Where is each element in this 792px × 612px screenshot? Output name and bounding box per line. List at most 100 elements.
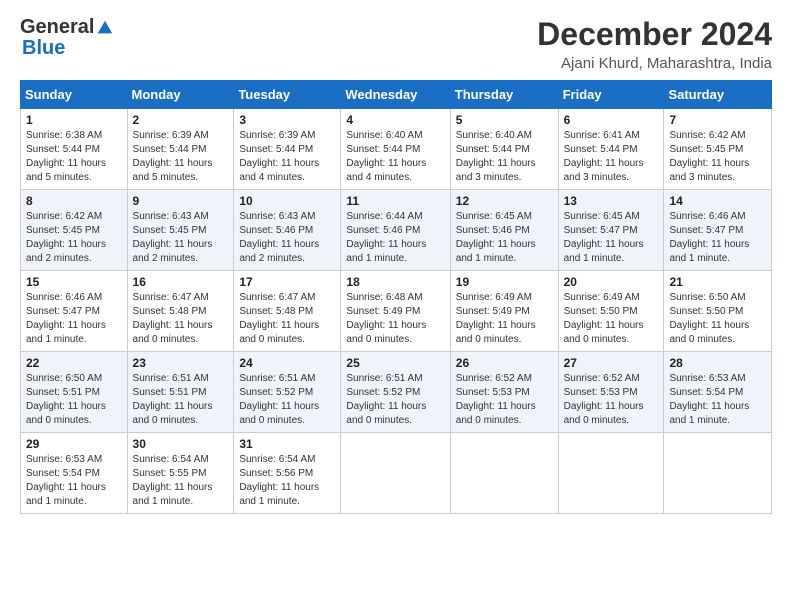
day-number: 24 [239,356,335,370]
day-number: 4 [346,113,444,127]
table-row: 7 Sunrise: 6:42 AM Sunset: 5:45 PM Dayli… [664,109,772,190]
table-row: 20 Sunrise: 6:49 AM Sunset: 5:50 PM Dayl… [558,271,664,352]
day-info: Sunrise: 6:54 AM Sunset: 5:55 PM Dayligh… [133,453,229,509]
col-saturday: Saturday [664,81,772,109]
day-info: Sunrise: 6:53 AM Sunset: 5:54 PM Dayligh… [26,453,122,509]
day-number: 15 [26,275,122,289]
calendar-header-row: Sunday Monday Tuesday Wednesday Thursday… [21,81,772,109]
col-wednesday: Wednesday [341,81,450,109]
col-thursday: Thursday [450,81,558,109]
day-number: 25 [346,356,444,370]
day-info: Sunrise: 6:40 AM Sunset: 5:44 PM Dayligh… [346,129,444,185]
month-title: December 2024 [537,16,772,53]
day-info: Sunrise: 6:49 AM Sunset: 5:50 PM Dayligh… [564,291,659,347]
table-row: 31 Sunrise: 6:54 AM Sunset: 5:56 PM Dayl… [234,433,341,514]
day-number: 30 [133,437,229,451]
table-row: 5 Sunrise: 6:40 AM Sunset: 5:44 PM Dayli… [450,109,558,190]
calendar-week-row: 29 Sunrise: 6:53 AM Sunset: 5:54 PM Dayl… [21,433,772,514]
day-info: Sunrise: 6:43 AM Sunset: 5:46 PM Dayligh… [239,210,335,266]
table-row: 27 Sunrise: 6:52 AM Sunset: 5:53 PM Dayl… [558,352,664,433]
day-info: Sunrise: 6:51 AM Sunset: 5:52 PM Dayligh… [239,372,335,428]
day-info: Sunrise: 6:42 AM Sunset: 5:45 PM Dayligh… [669,129,766,185]
day-number: 22 [26,356,122,370]
col-tuesday: Tuesday [234,81,341,109]
day-number: 31 [239,437,335,451]
day-info: Sunrise: 6:42 AM Sunset: 5:45 PM Dayligh… [26,210,122,266]
calendar-table: Sunday Monday Tuesday Wednesday Thursday… [20,80,772,514]
day-number: 14 [669,194,766,208]
table-row: 8 Sunrise: 6:42 AM Sunset: 5:45 PM Dayli… [21,190,128,271]
calendar-week-row: 8 Sunrise: 6:42 AM Sunset: 5:45 PM Dayli… [21,190,772,271]
day-info: Sunrise: 6:38 AM Sunset: 5:44 PM Dayligh… [26,129,122,185]
day-info: Sunrise: 6:52 AM Sunset: 5:53 PM Dayligh… [456,372,553,428]
calendar-week-row: 22 Sunrise: 6:50 AM Sunset: 5:51 PM Dayl… [21,352,772,433]
day-info: Sunrise: 6:39 AM Sunset: 5:44 PM Dayligh… [133,129,229,185]
table-row [341,433,450,514]
day-number: 19 [456,275,553,289]
table-row: 3 Sunrise: 6:39 AM Sunset: 5:44 PM Dayli… [234,109,341,190]
day-number: 1 [26,113,122,127]
table-row: 24 Sunrise: 6:51 AM Sunset: 5:52 PM Dayl… [234,352,341,433]
table-row: 13 Sunrise: 6:45 AM Sunset: 5:47 PM Dayl… [558,190,664,271]
table-row: 29 Sunrise: 6:53 AM Sunset: 5:54 PM Dayl… [21,433,128,514]
day-info: Sunrise: 6:50 AM Sunset: 5:51 PM Dayligh… [26,372,122,428]
logo-icon [96,19,114,37]
day-info: Sunrise: 6:52 AM Sunset: 5:53 PM Dayligh… [564,372,659,428]
day-number: 27 [564,356,659,370]
table-row: 17 Sunrise: 6:47 AM Sunset: 5:48 PM Dayl… [234,271,341,352]
table-row: 10 Sunrise: 6:43 AM Sunset: 5:46 PM Dayl… [234,190,341,271]
col-sunday: Sunday [21,81,128,109]
day-number: 28 [669,356,766,370]
day-info: Sunrise: 6:53 AM Sunset: 5:54 PM Dayligh… [669,372,766,428]
day-info: Sunrise: 6:46 AM Sunset: 5:47 PM Dayligh… [26,291,122,347]
day-number: 18 [346,275,444,289]
table-row: 21 Sunrise: 6:50 AM Sunset: 5:50 PM Dayl… [664,271,772,352]
table-row: 28 Sunrise: 6:53 AM Sunset: 5:54 PM Dayl… [664,352,772,433]
header: General Blue December 2024 Ajani Khurd, … [20,16,772,72]
day-info: Sunrise: 6:49 AM Sunset: 5:49 PM Dayligh… [456,291,553,347]
table-row: 1 Sunrise: 6:38 AM Sunset: 5:44 PM Dayli… [21,109,128,190]
table-row: 6 Sunrise: 6:41 AM Sunset: 5:44 PM Dayli… [558,109,664,190]
day-info: Sunrise: 6:50 AM Sunset: 5:50 PM Dayligh… [669,291,766,347]
day-number: 16 [133,275,229,289]
day-number: 20 [564,275,659,289]
day-number: 21 [669,275,766,289]
table-row: 11 Sunrise: 6:44 AM Sunset: 5:46 PM Dayl… [341,190,450,271]
day-info: Sunrise: 6:48 AM Sunset: 5:49 PM Dayligh… [346,291,444,347]
day-info: Sunrise: 6:54 AM Sunset: 5:56 PM Dayligh… [239,453,335,509]
day-number: 17 [239,275,335,289]
calendar-week-row: 1 Sunrise: 6:38 AM Sunset: 5:44 PM Dayli… [21,109,772,190]
day-number: 5 [456,113,553,127]
table-row: 26 Sunrise: 6:52 AM Sunset: 5:53 PM Dayl… [450,352,558,433]
day-info: Sunrise: 6:47 AM Sunset: 5:48 PM Dayligh… [133,291,229,347]
day-number: 26 [456,356,553,370]
page: General Blue December 2024 Ajani Khurd, … [0,0,792,612]
day-info: Sunrise: 6:45 AM Sunset: 5:47 PM Dayligh… [564,210,659,266]
day-info: Sunrise: 6:44 AM Sunset: 5:46 PM Dayligh… [346,210,444,266]
day-number: 8 [26,194,122,208]
table-row [450,433,558,514]
table-row: 9 Sunrise: 6:43 AM Sunset: 5:45 PM Dayli… [127,190,234,271]
table-row: 23 Sunrise: 6:51 AM Sunset: 5:51 PM Dayl… [127,352,234,433]
day-number: 3 [239,113,335,127]
day-number: 12 [456,194,553,208]
table-row: 15 Sunrise: 6:46 AM Sunset: 5:47 PM Dayl… [21,271,128,352]
col-friday: Friday [558,81,664,109]
day-number: 10 [239,194,335,208]
day-info: Sunrise: 6:39 AM Sunset: 5:44 PM Dayligh… [239,129,335,185]
location: Ajani Khurd, Maharashtra, India [537,55,772,72]
day-number: 23 [133,356,229,370]
table-row [558,433,664,514]
day-number: 7 [669,113,766,127]
day-info: Sunrise: 6:51 AM Sunset: 5:51 PM Dayligh… [133,372,229,428]
day-info: Sunrise: 6:51 AM Sunset: 5:52 PM Dayligh… [346,372,444,428]
table-row [664,433,772,514]
day-number: 9 [133,194,229,208]
logo-general: General [20,16,94,39]
table-row: 2 Sunrise: 6:39 AM Sunset: 5:44 PM Dayli… [127,109,234,190]
table-row: 14 Sunrise: 6:46 AM Sunset: 5:47 PM Dayl… [664,190,772,271]
day-number: 6 [564,113,659,127]
table-row: 4 Sunrise: 6:40 AM Sunset: 5:44 PM Dayli… [341,109,450,190]
day-info: Sunrise: 6:41 AM Sunset: 5:44 PM Dayligh… [564,129,659,185]
day-info: Sunrise: 6:45 AM Sunset: 5:46 PM Dayligh… [456,210,553,266]
